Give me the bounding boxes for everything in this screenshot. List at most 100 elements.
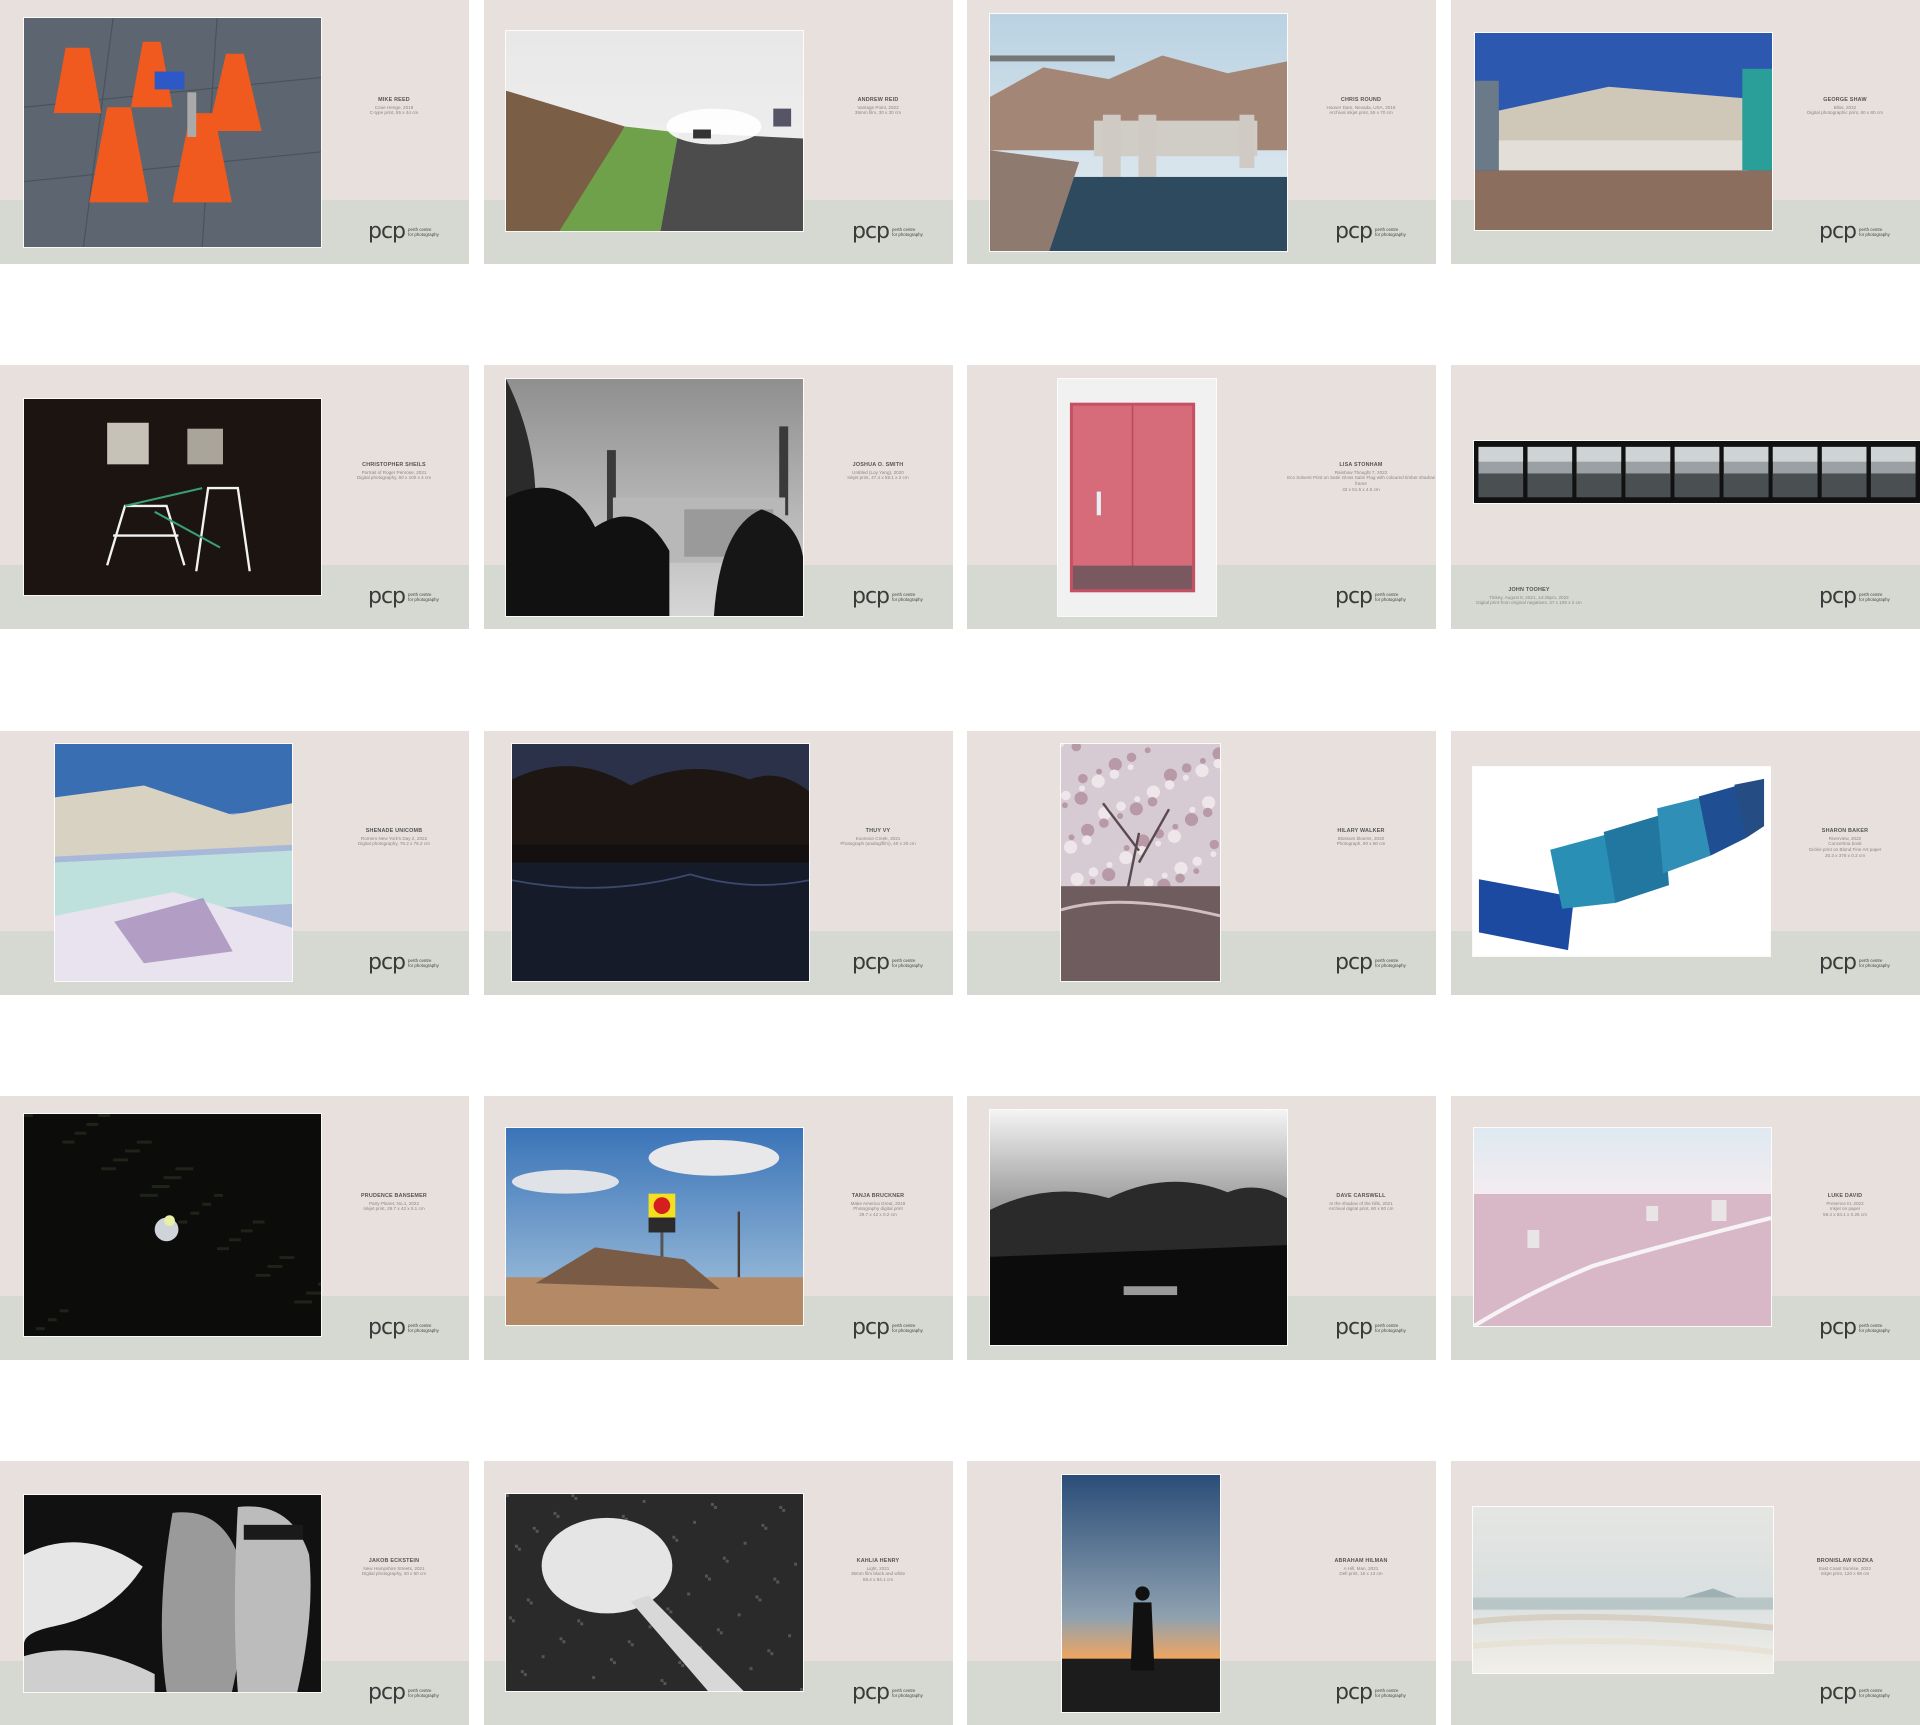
artwork-photo [1474, 32, 1773, 231]
pcp-logo: pcp perth centre for photography [368, 952, 439, 974]
logo-subtitle: perth centre for photography [1375, 592, 1406, 603]
artwork-caption: TANJA BRUCKNER Make America Great, 2019 Ph… [803, 1193, 953, 1218]
artwork-medium: Eco Solvent Print on Satin Gloss Satin F… [1287, 475, 1435, 487]
artwork-card: DAVE CARSWELL In the shadow of the hills,… [967, 1096, 1436, 1360]
logo-line-2: for photography [408, 1693, 439, 1699]
artwork-card: LUKE DAVID Presence III, 2022 Inkjet on pa… [1451, 1096, 1920, 1360]
artwork-medium: Photograph (analog/film), 40 x 30 cm [840, 841, 916, 847]
artwork-artist: LUKE DAVID [1827, 1193, 1863, 1199]
logo-subtitle: perth centre for photography [892, 1323, 923, 1334]
logo-mark: pcp [368, 584, 406, 609]
logo-mark: pcp [852, 950, 890, 975]
logo-mark: pcp [1335, 950, 1373, 975]
artwork-photo [989, 13, 1288, 252]
artwork-medium: Archival inkjet print, 55 x 70 cm [1329, 110, 1393, 116]
artwork-card: JOSHUA O. SMITH Untitled (Loy Yang), 2020… [484, 365, 953, 629]
artwork-photo [1057, 378, 1217, 617]
artwork-card: PRUDENCE BANSEMER Party Planet, No.1, 202… [0, 1096, 469, 1360]
logo-line-2: for photography [1375, 597, 1406, 603]
artwork-caption: BRONISLAW KOZKA East Coast Sunrise, 2022 I… [1770, 1558, 1920, 1577]
artwork-artist: THUY VY [865, 828, 891, 834]
artwork-photo [23, 1494, 322, 1693]
artwork-medium: Archival digital print, 60 x 80 cm [1328, 1206, 1394, 1212]
pcp-logo: pcp perth centre for photography [368, 1317, 439, 1339]
artwork-photo [23, 17, 322, 248]
logo-mark: pcp [1335, 1315, 1373, 1340]
pcp-logo: pcp perth centre for photography [852, 1682, 923, 1704]
logo-line-2: for photography [892, 1693, 923, 1699]
artwork-artist: SHENADE UNICOMB [365, 828, 423, 834]
logo-subtitle: perth centre for photography [1859, 227, 1890, 238]
artwork-card: GEORGE SHAW Bliss, 2022 Digital photograph… [1451, 0, 1920, 264]
artwork-artist: PRUDENCE BANSEMER [361, 1193, 427, 1199]
artwork-medium: Digital photographic print, 60 x 80 cm [1807, 110, 1883, 116]
logo-subtitle: perth centre for photography [1375, 1323, 1406, 1334]
artwork-medium: Digital photography, 76.2 x 76.2 cm [358, 841, 430, 847]
pcp-logo: pcp perth centre for photography [1335, 1317, 1406, 1339]
artwork-card: JAKOB ECKSTEIN New Hampshire Streets, 202… [0, 1461, 469, 1725]
artwork-photo [54, 743, 293, 982]
logo-line-2: for photography [1375, 1328, 1406, 1334]
artwork-caption: DAVE CARSWELL In the shadow of the hills,… [1286, 1193, 1436, 1212]
artwork-medium: 20.3 x 378 x 0.2 cm [1824, 852, 1866, 858]
artwork-artist: HILARY WALKER [1337, 828, 1385, 834]
logo-mark: pcp [368, 219, 406, 244]
artwork-artist: JOHN TOOHEY [1508, 587, 1550, 593]
pcp-logo: pcp perth centre for photography [1335, 952, 1406, 974]
pcp-logo: pcp perth centre for photography [852, 586, 923, 608]
logo-line-2: for photography [1375, 232, 1406, 238]
artwork-medium: 59.4 x 84.1 cm [862, 1577, 894, 1583]
artwork-medium: Inkjet print, 120 x 68 cm [1820, 1571, 1870, 1577]
logo-mark: pcp [1819, 950, 1857, 975]
pcp-logo: pcp perth centre for photography [368, 1682, 439, 1704]
artwork-photo [1473, 440, 1920, 504]
artwork-photo [1473, 1127, 1772, 1327]
artwork-medium: Digital print from original negatives, 3… [1476, 600, 1582, 606]
pcp-logo: pcp perth centre for photography [1335, 1682, 1406, 1704]
artwork-photo [505, 1127, 804, 1326]
artwork-card: BRONISLAW KOZKA East Coast Sunrise, 2022 I… [1451, 1461, 1920, 1725]
logo-line-2: for photography [1375, 1693, 1406, 1699]
logo-mark: pcp [852, 219, 890, 244]
pcp-logo: pcp perth centre for photography [852, 221, 923, 243]
artwork-medium: Photograph, 90 x 60 cm [1336, 841, 1386, 847]
pcp-logo: pcp perth centre for photography [368, 221, 439, 243]
artwork-caption: JOSHUA O. SMITH Untitled (Loy Yang), 2020… [803, 462, 953, 481]
artwork-artist: JAKOB ECKSTEIN [368, 1558, 420, 1564]
artwork-card: MIKE REED Cone Henge, 2019 C-type print, 5… [0, 0, 469, 264]
artwork-medium: Inkjet print, 29.7 x 42 x 0.1 cm [363, 1206, 425, 1212]
logo-subtitle: perth centre for photography [892, 227, 923, 238]
artwork-artist: JOSHUA O. SMITH [852, 462, 904, 468]
artwork-medium: C-type print, 55 x 44 cm [369, 110, 419, 116]
logo-line-2: for photography [892, 597, 923, 603]
logo-line-2: for photography [1859, 232, 1890, 238]
artwork-photo [1060, 743, 1221, 982]
logo-subtitle: perth centre for photography [408, 592, 439, 603]
logo-line-2: for photography [1859, 597, 1890, 603]
artwork-artist: CHRIS ROUND [1340, 97, 1382, 103]
logo-subtitle: perth centre for photography [892, 1688, 923, 1699]
artwork-artist: TANJA BRUCKNER [851, 1193, 905, 1199]
logo-subtitle: perth centre for photography [1375, 958, 1406, 969]
logo-mark: pcp [368, 1680, 406, 1705]
artwork-card: KAHLIA HENRY Light, 2021 35mm film black a… [484, 1461, 953, 1725]
artwork-caption: LUKE DAVID Presence III, 2022 Inkjet on pa… [1770, 1193, 1920, 1218]
artwork-card: CHRIS ROUND Hoover Dam, Nevada, USA, 2019… [967, 0, 1436, 264]
artwork-caption: ABRAHAM HILMAN A Hill, Man, 2021 Dell prin… [1286, 1558, 1436, 1577]
logo-line-2: for photography [408, 963, 439, 969]
logo-subtitle: perth centre for photography [892, 958, 923, 969]
artwork-artist: LISA STONHAM [1339, 462, 1383, 468]
artwork-caption: JAKOB ECKSTEIN New Hampshire Streets, 202… [319, 1558, 469, 1577]
pcp-logo: pcp perth centre for photography [1819, 1317, 1890, 1339]
artwork-artist: ANDREW REID [857, 97, 899, 103]
logo-line-2: for photography [892, 963, 923, 969]
pcp-logo: pcp perth centre for photography [1335, 586, 1406, 608]
logo-subtitle: perth centre for photography [1859, 1323, 1890, 1334]
artwork-photo [511, 743, 810, 982]
artwork-card: SHARON BAKER Riverview, 2022 Concertina bo… [1451, 731, 1920, 995]
logo-subtitle: perth centre for photography [1375, 1688, 1406, 1699]
logo-line-2: for photography [408, 232, 439, 238]
artwork-medium: Digital photography, 60 x 100 x 4 cm [356, 475, 432, 481]
artwork-card: ABRAHAM HILMAN A Hill, Man, 2021 Dell prin… [967, 1461, 1436, 1725]
gallery-grid: MIKE REED Cone Henge, 2019 C-type print, 5… [0, 0, 1920, 1725]
